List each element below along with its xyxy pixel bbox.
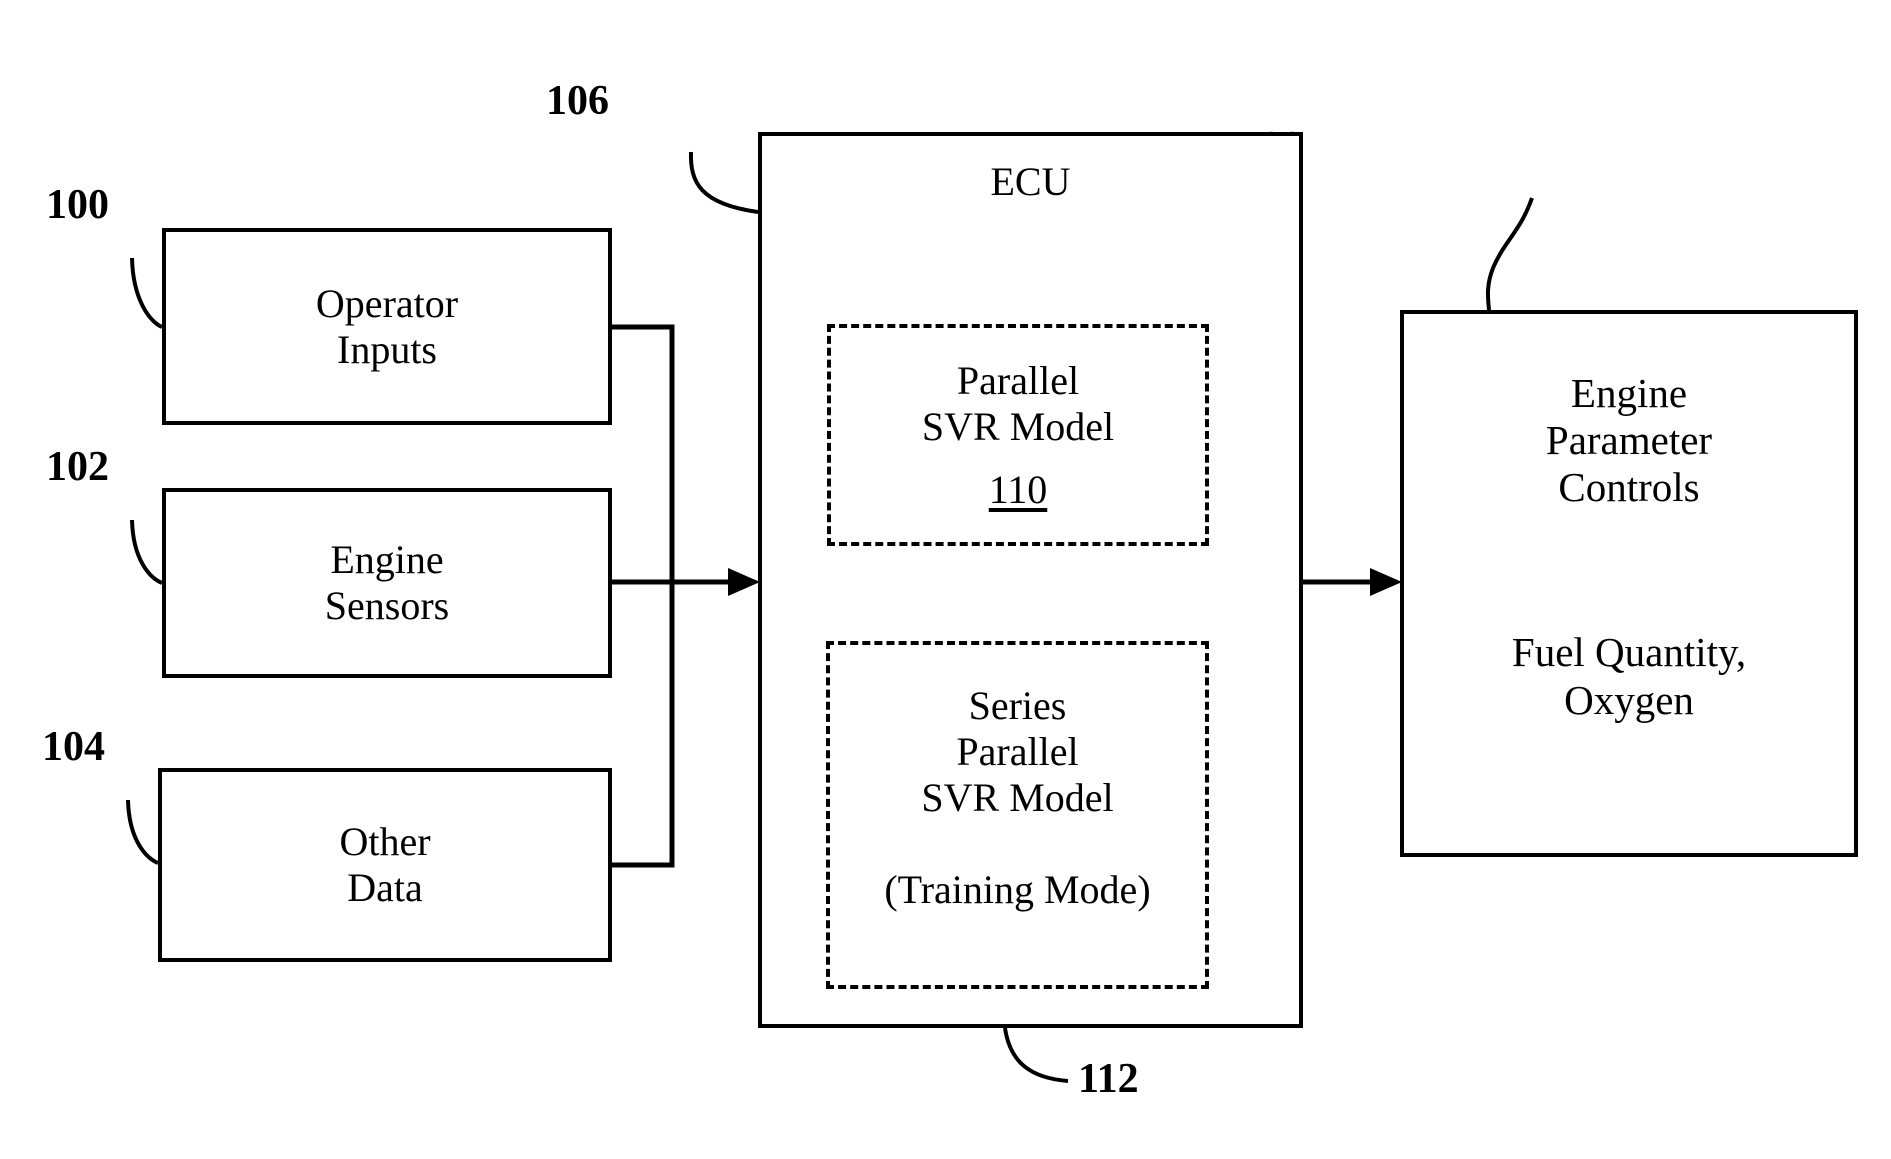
block-ecu[interactable]: ECU Parallel SVR Model 110 Series Parall… (758, 132, 1303, 1028)
block-parallel-svr-model-ref: 110 (988, 466, 1048, 512)
arrowhead-into-controls (1370, 568, 1402, 596)
leader-line-106 (688, 151, 759, 214)
block-series-parallel-svr-model-mode: (Training Mode) (884, 867, 1151, 912)
ref-numeral-104: 104 (42, 724, 105, 770)
leader-line-102 (130, 519, 163, 585)
block-engine-parameter-controls[interactable]: Engine Parameter Controls Fuel Quantity,… (1400, 310, 1858, 857)
arrowhead-into-ecu (728, 568, 760, 596)
block-operator-inputs[interactable]: Operator Inputs (162, 228, 612, 425)
block-engine-sensors-label: Engine Sensors (324, 537, 450, 628)
block-operator-inputs-label: Operator Inputs (315, 280, 459, 372)
ref-numeral-106: 106 (546, 78, 609, 124)
ref-numeral-112: 112 (1078, 1056, 1139, 1102)
block-parallel-svr-model[interactable]: Parallel SVR Model 110 (827, 324, 1209, 546)
block-series-parallel-svr-model-label: Series Parallel SVR Model (921, 683, 1114, 820)
wire-operator-inputs-to-bus (612, 324, 675, 582)
figure-canvas: 100 102 104 106 108 112 Operator Inputs … (0, 0, 1891, 1159)
block-other-data-label: Other Data (339, 819, 431, 910)
leader-line-100 (130, 257, 163, 329)
block-ecu-caption: ECU (990, 159, 1071, 204)
block-series-parallel-svr-model[interactable]: Series Parallel SVR Model (Training Mode… (826, 641, 1209, 989)
block-engine-sensors[interactable]: Engine Sensors (162, 488, 612, 678)
wire-other-data-to-bus (612, 582, 675, 868)
leader-line-104 (126, 799, 159, 865)
leader-line-112 (1003, 1027, 1069, 1083)
leader-line-108 (1485, 197, 1534, 311)
ref-numeral-102: 102 (46, 444, 109, 490)
block-engine-parameter-controls-label: Engine Parameter Controls (1545, 370, 1713, 511)
ref-numeral-100: 100 (46, 182, 109, 228)
block-other-data[interactable]: Other Data (158, 768, 612, 962)
block-parallel-svr-model-label: Parallel SVR Model (921, 357, 1115, 449)
block-engine-parameter-controls-detail: Fuel Quantity, Oxygen (1511, 629, 1747, 723)
